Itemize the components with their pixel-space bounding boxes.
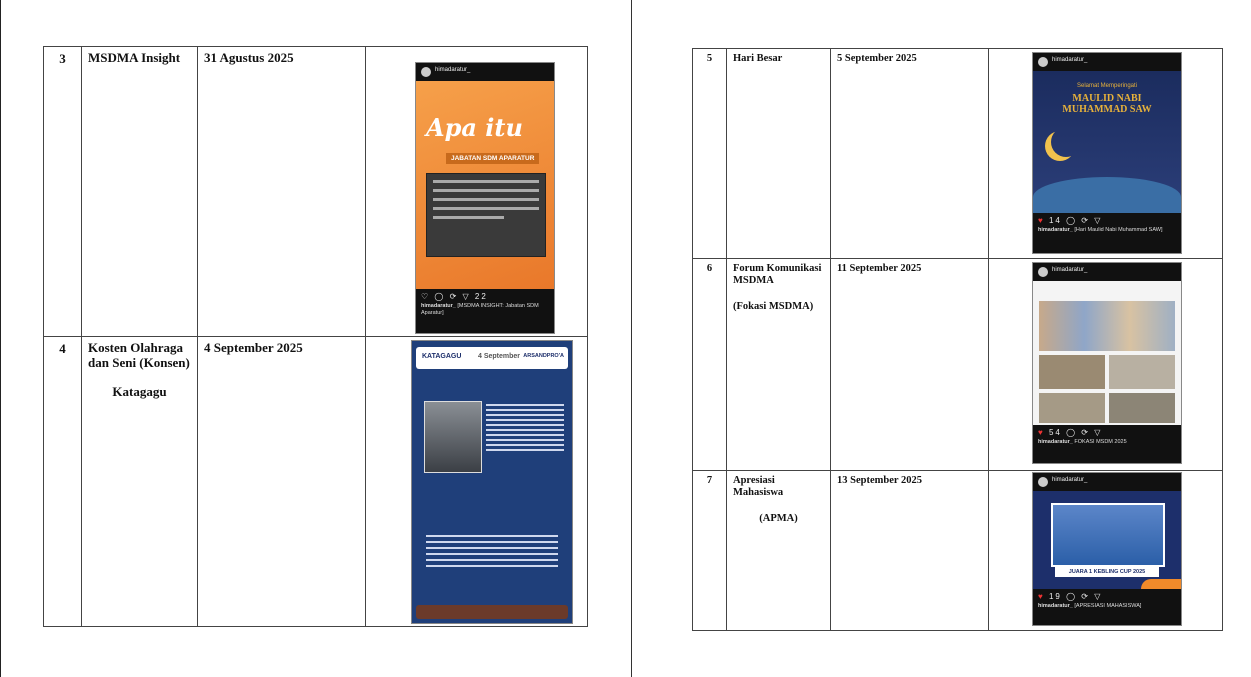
post-username: himadaratur_ xyxy=(1052,57,1088,63)
post-username: himadaratur_ xyxy=(435,67,471,73)
caption-username: himadaratur_ xyxy=(1038,438,1073,445)
table-row: 6 Forum Komunikasi MSDMA (Fokasi MSDMA) … xyxy=(692,258,1223,471)
document-page-left: 3 MSDMA Insight 31 Agustus 2025 himadara… xyxy=(0,0,632,677)
poster-photo xyxy=(424,401,482,473)
poster-body-text xyxy=(426,531,558,571)
activity-title-text: Apresiasi Mahasiswa xyxy=(733,475,784,499)
poster-subtitle: JABATAN SDM APARATUR xyxy=(446,153,540,164)
documentation-cell: himadaratur_ JUARA 1 KEBLING CUP 2025 ♥ … xyxy=(988,470,1223,631)
poster-text-block xyxy=(486,401,564,454)
activity-subtitle: (Fokasi MSDMA) xyxy=(733,301,814,313)
post-action-icons: ♡ ◯ ⟳ ▽ 22 xyxy=(421,292,488,301)
poster-title: Apa itu xyxy=(426,113,523,142)
caption-username: himadaratur_ xyxy=(1038,602,1073,609)
post-poster: Apa itu JABATAN SDM APARATUR xyxy=(416,81,554,289)
post-footer: ♡ ◯ ⟳ ▽ 22 himadaratur_ [MSDMA INSIGHT: … xyxy=(416,289,554,333)
row-number: 5 xyxy=(692,48,727,259)
post-action-icons: ♥ 54 ◯ ⟳ ▽ xyxy=(1038,428,1103,437)
activity-title-text: Kosten Olahraga dan Seni (Konsen) xyxy=(88,340,190,370)
post-footer: ♥ 54 ◯ ⟳ ▽ himadaratur_ FOKASI MSDM 2025 xyxy=(1033,425,1181,463)
post-caption: FOKASI MSDM 2025 xyxy=(1074,438,1127,445)
row-number: 7 xyxy=(692,470,727,631)
documentation-cell: himadaratur_ ♥ 54 ◯ ⟳ ▽ himadaratur_ FOK… xyxy=(988,258,1223,471)
caption-username: himadaratur_ xyxy=(1038,226,1073,233)
avatar xyxy=(1038,267,1048,277)
documentation-cell: KATAGAGU 4 September ARSANDPRO'A xyxy=(365,336,588,627)
poster-caption: JUARA 1 KEBLING CUP 2025 xyxy=(1055,567,1159,577)
instagram-post-screenshot: himadaratur_ JUARA 1 KEBLING CUP 2025 ♥ … xyxy=(1033,473,1181,625)
room-photo xyxy=(1109,355,1175,389)
activity-date: 11 September 2025 xyxy=(830,258,989,471)
post-username: himadaratur_ xyxy=(1052,477,1088,483)
poster-date: 4 September xyxy=(478,353,521,360)
post-poster: Selamat Memperingati MAULID NABI MUHAMMA… xyxy=(1033,71,1181,217)
activity-title: Apresiasi Mahasiswa (APMA) xyxy=(726,470,831,631)
poster-subtitle: Selamat Memperingati xyxy=(1076,83,1138,89)
post-action-icons: ♥ 19 ◯ ⟳ ▽ xyxy=(1038,592,1103,601)
activity-date: 5 September 2025 xyxy=(830,48,989,259)
poster-title: MAULID NABI MUHAMMAD SAW xyxy=(1062,93,1152,115)
room-photo xyxy=(1039,393,1105,423)
poster-tag: ARSANDPRO'A xyxy=(523,353,564,359)
activity-date: 31 Agustus 2025 xyxy=(197,46,366,337)
poster-dunes xyxy=(1033,177,1181,217)
avatar xyxy=(1038,477,1048,487)
activity-title: Kosten Olahraga dan Seni (Konsen) Kataga… xyxy=(81,336,198,627)
activity-title: Forum Komunikasi MSDMA (Fokasi MSDMA) xyxy=(726,258,831,471)
documentation-cell: himadaratur_ Apa itu JABATAN SDM APARATU… xyxy=(365,46,588,337)
room-photo xyxy=(1039,355,1105,389)
activity-table-right: 5 Hari Besar 5 September 2025 himadaratu… xyxy=(692,48,1223,631)
row-number: 6 xyxy=(692,258,727,471)
row-number: 4 xyxy=(43,336,82,627)
document-page-right: 5 Hari Besar 5 September 2025 himadaratu… xyxy=(631,0,1251,677)
activity-title: Hari Besar xyxy=(726,48,831,259)
instagram-post-screenshot: himadaratur_ Selamat Memperingati MAULID… xyxy=(1033,53,1181,253)
activity-table-left: 3 MSDMA Insight 31 Agustus 2025 himadara… xyxy=(43,46,588,627)
activity-subtitle: Katagagu xyxy=(112,383,167,399)
activity-title-text: Hari Besar xyxy=(733,53,783,64)
activity-subtitle: (APMA) xyxy=(759,513,798,525)
post-caption: [APRESIASI MAHASISWA] xyxy=(1074,602,1142,609)
instagram-post-screenshot: himadaratur_ ♥ 54 ◯ ⟳ ▽ himadaratur_ FOK… xyxy=(1033,263,1181,463)
post-action-icons: ♥ 14 ◯ ⟳ ▽ xyxy=(1038,216,1103,225)
avatar xyxy=(421,67,431,77)
post-username: himadaratur_ xyxy=(1052,267,1088,273)
activity-title: MSDMA Insight xyxy=(81,46,198,337)
crescent-moon-icon xyxy=(1051,127,1081,157)
table-row: 4 Kosten Olahraga dan Seni (Konsen) Kata… xyxy=(43,336,588,627)
table-row: 7 Apresiasi Mahasiswa (APMA) 13 Septembe… xyxy=(692,470,1223,631)
team-photo xyxy=(1051,503,1165,567)
post-poster: JUARA 1 KEBLING CUP 2025 xyxy=(1033,491,1181,595)
row-number: 3 xyxy=(43,46,82,337)
table-row: 3 MSDMA Insight 31 Agustus 2025 himadara… xyxy=(43,46,588,337)
instagram-post-screenshot: himadaratur_ Apa itu JABATAN SDM APARATU… xyxy=(416,63,554,333)
table-row: 5 Hari Besar 5 September 2025 himadaratu… xyxy=(692,48,1223,259)
post-caption: [Hari Maulid Nabi Muhammad SAW] xyxy=(1074,226,1163,233)
documentation-cell: himadaratur_ Selamat Memperingati MAULID… xyxy=(988,48,1223,259)
post-footer: ♥ 14 ◯ ⟳ ▽ himadaratur_ [Hari Maulid Nab… xyxy=(1033,213,1181,253)
activity-date: 4 September 2025 xyxy=(197,336,366,627)
poster-footer-bar xyxy=(416,605,568,619)
poster-brand: KATAGAGU xyxy=(422,353,462,360)
room-photo xyxy=(1109,393,1175,423)
poster-text-block xyxy=(426,173,546,257)
post-footer: ♥ 19 ◯ ⟳ ▽ himadaratur_ [APRESIASI MAHAS… xyxy=(1033,589,1181,625)
caption-username: himadaratur_ xyxy=(421,302,456,309)
activity-date: 13 September 2025 xyxy=(830,470,989,631)
poster-header: KATAGAGU 4 September ARSANDPRO'A xyxy=(416,347,568,369)
poster-screenshot: KATAGAGU 4 September ARSANDPRO'A xyxy=(412,341,572,623)
activity-title-text: Forum Komunikasi MSDMA xyxy=(733,263,822,287)
activity-title-text: MSDMA Insight xyxy=(88,50,181,65)
avatar xyxy=(1038,57,1048,67)
meeting-grid-photo xyxy=(1039,301,1175,351)
post-poster xyxy=(1033,281,1181,429)
